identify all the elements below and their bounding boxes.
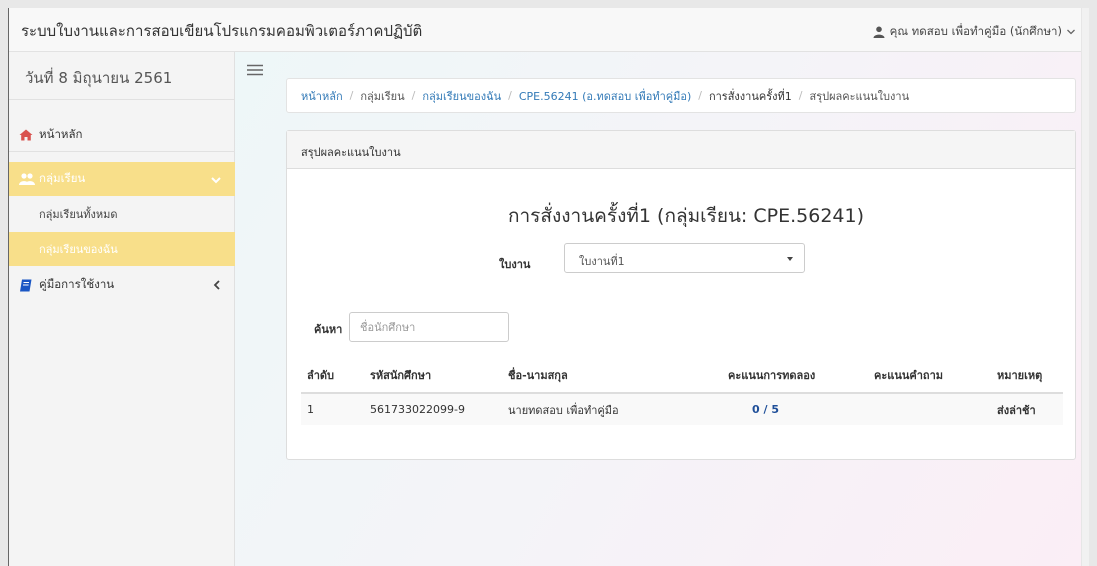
table-header-row: ลำดับ รหัสนักศึกษา ชื่อ-นามสกุล คะแนนการ… — [301, 357, 1063, 394]
student-id: 561733022099-9 — [364, 393, 502, 425]
breadcrumb: หน้าหลัก / กลุ่มเรียน / กลุ่มเรียนของฉัน… — [286, 78, 1076, 113]
search-label: ค้นหา — [314, 323, 343, 336]
column-header: ลำดับ — [301, 357, 364, 394]
student-name: นายทดสอบ เพื่อทำคู่มือ — [502, 393, 722, 425]
column-header: คะแนนการทดลอง — [722, 357, 868, 394]
breadcrumb-separator: / — [508, 89, 512, 102]
breadcrumb-current: สรุปผลคะแนนใบงาน — [809, 89, 910, 103]
worksheet-label: ใบงาน — [499, 258, 531, 271]
users-icon — [19, 173, 39, 185]
remark: ส่งล่าช้า — [991, 393, 1063, 425]
sidebar-item-groups[interactable]: กลุ่มเรียน — [9, 162, 235, 196]
row-number: 1 — [301, 393, 364, 425]
column-header: ชื่อ-นามสกุล — [502, 357, 722, 394]
app-title[interactable]: ระบบใบงานและการสอบเขียนโปรแกรมคอมพิวเตอร… — [21, 19, 422, 43]
app-window: ระบบใบงานและการสอบเขียนโปรแกรมคอมพิวเตอร… — [8, 8, 1089, 566]
caret-down-icon — [786, 253, 794, 266]
lab-score-link[interactable]: 0 / 5 — [752, 403, 779, 416]
worksheet-selected-value: ใบงานที่1 — [579, 255, 625, 268]
breadcrumb-course[interactable]: CPE.56241 (อ.ทดสอบ เพื่อทำคู่มือ) — [519, 87, 691, 105]
breadcrumb-separator: / — [411, 89, 416, 102]
breadcrumb-separator: / — [349, 89, 354, 102]
score-summary-panel: สรุปผลคะแนนใบงาน การสั่งงานครั้งที่1 (กล… — [286, 130, 1076, 460]
panel-heading: สรุปผลคะแนนใบงาน — [287, 131, 1075, 169]
sidebar-item-all-groups[interactable]: กลุ่มเรียนทั้งหมด — [9, 196, 235, 232]
home-icon — [19, 129, 39, 141]
question-score — [868, 393, 991, 425]
chevron-down-icon — [211, 173, 221, 187]
breadcrumb-my-groups[interactable]: กลุ่มเรียนของฉัน — [422, 87, 501, 105]
column-header: คะแนนคำถาม — [868, 357, 991, 394]
user-icon — [873, 26, 885, 38]
lab-score-value: 0 — [752, 403, 760, 416]
sidebar-item-manual[interactable]: คู่มือการใช้งาน — [9, 268, 235, 302]
user-menu[interactable]: คุณ ทดสอบ เพื่อทำคู่มือ (นักศึกษา) — [873, 23, 1075, 41]
breadcrumb-separator: / — [798, 89, 803, 102]
breadcrumb-home[interactable]: หน้าหลัก — [301, 87, 343, 105]
search-input[interactable] — [349, 312, 509, 342]
column-header: หมายเหตุ — [991, 357, 1063, 394]
sidebar-item-label: หน้าหลัก — [39, 126, 83, 141]
user-name: คุณ ทดสอบ เพื่อทำคู่มือ (นักศึกษา) — [889, 24, 1062, 38]
sidebar-item-label: กลุ่มเรียน — [39, 171, 86, 185]
sidebar-item-label: คู่มือการใช้งาน — [39, 277, 115, 291]
sidebar-item-my-groups[interactable]: กลุ่มเรียนของฉัน — [9, 232, 235, 266]
assignment-title: การสั่งงานครั้งที่1 (กลุ่มเรียน: CPE.562… — [508, 205, 864, 227]
book-icon — [19, 279, 39, 292]
worksheet-select[interactable]: ใบงานที่1 — [564, 243, 805, 273]
breadcrumb-assignment[interactable]: การสั่งงานครั้งที่1 — [709, 87, 792, 105]
sidebar-item-label: กลุ่มเรียนทั้งหมด — [39, 208, 118, 221]
page-scrollbar[interactable] — [1081, 8, 1089, 566]
sidebar-date: วันที่ 8 มิถุนายน 2561 — [9, 52, 234, 100]
breadcrumb-separator: / — [698, 89, 702, 102]
top-navbar: ระบบใบงานและการสอบเขียนโปรแกรมคอมพิวเตอร… — [9, 8, 1089, 52]
chevron-left-icon — [213, 279, 221, 293]
score-table: ลำดับ รหัสนักศึกษา ชื่อ-นามสกุล คะแนนการ… — [301, 357, 1063, 425]
breadcrumb-groups: กลุ่มเรียน — [360, 89, 405, 103]
lab-score-total: 5 — [771, 403, 779, 416]
sidebar-item-label: กลุ่มเรียนของฉัน — [39, 243, 118, 256]
caret-down-icon — [1067, 29, 1075, 35]
main-content: หน้าหลัก / กลุ่มเรียน / กลุ่มเรียนของฉัน… — [235, 52, 1089, 566]
column-header: รหัสนักศึกษา — [364, 357, 502, 394]
sidebar-item-home[interactable]: หน้าหลัก — [9, 118, 235, 152]
lab-score: 0 / 5 — [722, 393, 868, 425]
menu-toggle-icon[interactable] — [247, 64, 263, 79]
sidebar: วันที่ 8 มิถุนายน 2561 หน้าหลัก กลุ่มเรี… — [9, 52, 235, 566]
table-row: 1 561733022099-9 นายทดสอบ เพื่อทำคู่มือ … — [301, 393, 1063, 425]
